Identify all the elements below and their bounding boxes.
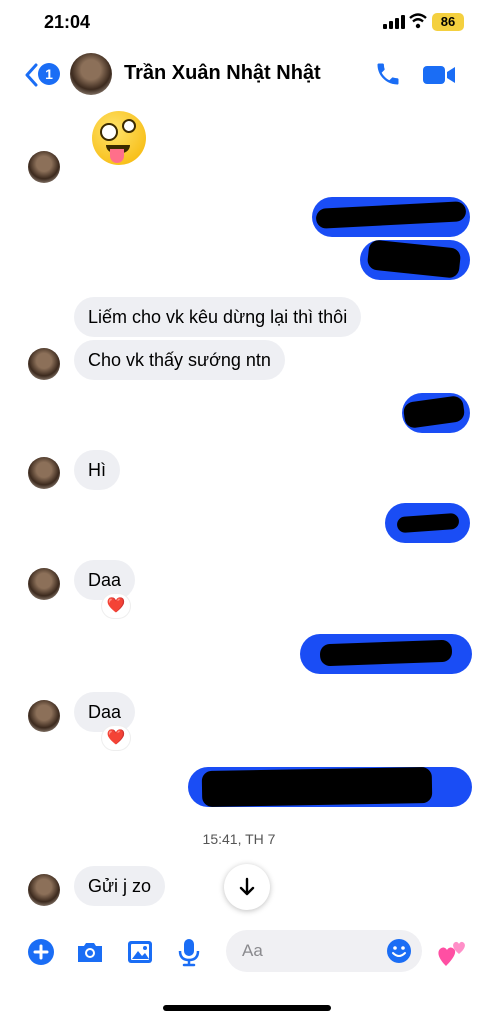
unread-badge: 1: [38, 63, 60, 85]
incoming-message[interactable]: Cho vk thấy sướng ntn: [74, 340, 285, 380]
chevron-left-icon: [25, 63, 38, 87]
avatar[interactable]: [28, 457, 60, 489]
video-camera-icon[interactable]: [422, 62, 456, 88]
redaction-scribble: [366, 240, 462, 279]
outgoing-message-redacted[interactable]: [385, 503, 470, 543]
avatar[interactable]: [28, 874, 60, 906]
incoming-message[interactable]: Gửi j zo: [74, 866, 166, 906]
smiley-icon[interactable]: [386, 938, 412, 964]
status-time: 21:04: [44, 12, 91, 32]
wifi-icon: [409, 13, 427, 29]
outgoing-message-redacted[interactable]: [188, 767, 472, 807]
redaction-scribble: [201, 767, 433, 807]
arrow-down-icon: [239, 877, 255, 896]
microphone-icon[interactable]: [174, 937, 204, 967]
incoming-message[interactable]: Daa: [74, 560, 136, 600]
sticker-message[interactable]: [92, 111, 146, 165]
image-icon[interactable]: [125, 937, 155, 967]
redaction-scribble: [315, 201, 467, 229]
incoming-message[interactable]: Hì: [74, 450, 120, 490]
outgoing-message-redacted[interactable]: [312, 197, 470, 237]
avatar[interactable]: [28, 568, 60, 600]
back-button[interactable]: 1: [24, 61, 64, 89]
zany-face-emoji: [92, 111, 146, 165]
redaction-scribble: [396, 512, 460, 534]
scroll-to-bottom-button[interactable]: [224, 864, 270, 910]
contact-name[interactable]: Trần Xuân Nhật Nhật: [124, 62, 321, 85]
camera-icon[interactable]: [75, 937, 105, 967]
outgoing-message-redacted[interactable]: [402, 393, 470, 433]
cellular-signal-icon: [383, 15, 405, 29]
phone-icon[interactable]: [374, 60, 402, 88]
home-indicator: [163, 1005, 331, 1011]
heart-reaction[interactable]: ❤️: [102, 594, 130, 618]
heart-reaction[interactable]: ❤️: [102, 726, 130, 750]
incoming-message[interactable]: Daa: [74, 692, 136, 732]
redaction-scribble: [402, 394, 466, 430]
outgoing-message-redacted[interactable]: [300, 634, 472, 674]
contact-avatar[interactable]: [70, 53, 112, 95]
avatar[interactable]: [28, 348, 60, 380]
incoming-message[interactable]: Liếm cho vk kêu dừng lại thì thôi: [74, 297, 362, 337]
redaction-scribble: [319, 639, 453, 667]
timestamp: 15:41, TH 7: [202, 831, 276, 847]
avatar[interactable]: [28, 151, 60, 183]
plus-circle-icon[interactable]: [26, 937, 56, 967]
outgoing-message-redacted[interactable]: [360, 240, 470, 280]
battery-indicator: 86: [432, 13, 464, 31]
avatar[interactable]: [28, 700, 60, 732]
hearts-icon[interactable]: [436, 936, 470, 968]
